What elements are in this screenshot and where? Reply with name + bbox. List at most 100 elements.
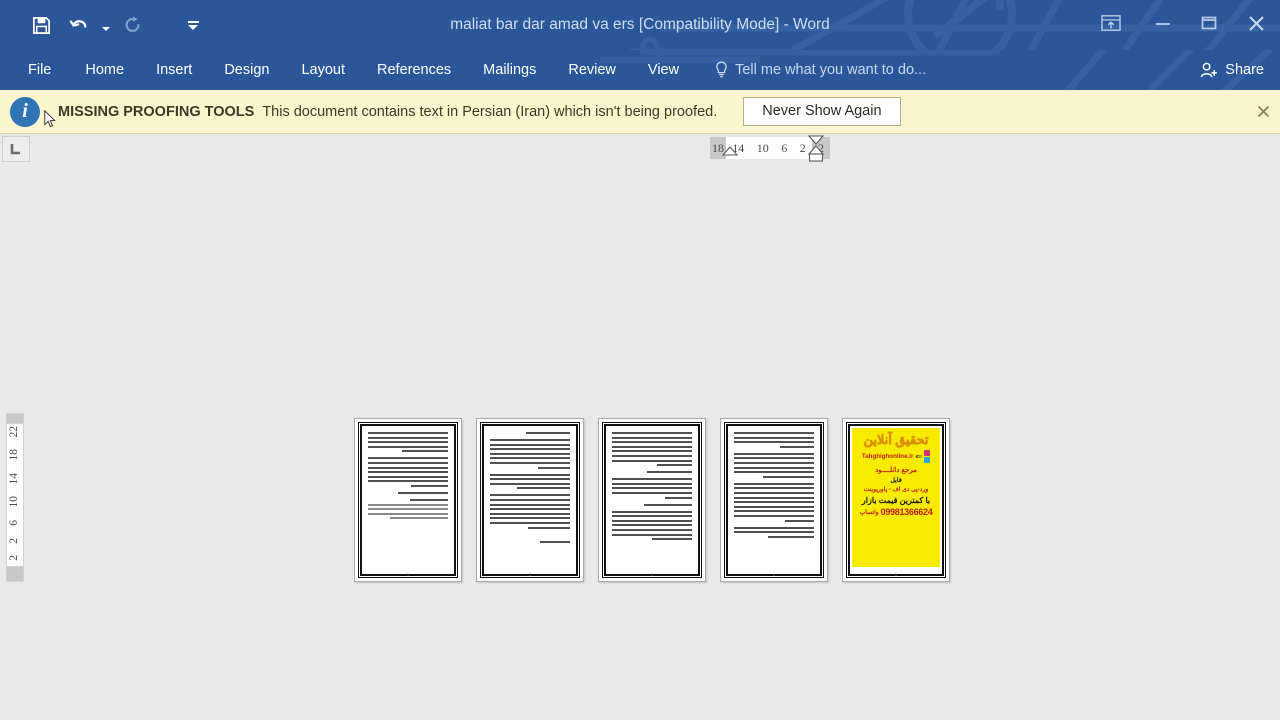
undo-button[interactable] [60,5,98,45]
ad-logo: تحقیق آنلاین [863,432,929,447]
proofing-notification-bar: i MISSING PROOFING TOOLS This document c… [0,90,1280,134]
arrow-left-icon: ⇐ [915,451,923,461]
document-page[interactable]: 1 [354,418,462,582]
ribbon-tabs: File Home Insert Design Layout Reference… [0,50,695,90]
tab-review[interactable]: Review [552,50,632,90]
horizontal-ruler-row: 18 14 10 6 2 2 [0,134,1280,164]
tab-design[interactable]: Design [208,50,285,90]
instagram-icon [924,450,931,456]
social-icons [924,450,931,463]
left-tab-stop-icon [10,144,20,155]
document-canvas[interactable]: 2 2 6 10 14 18 22 1 2 3 4 تحقیق آنلاین T… [0,170,1280,720]
tab-file[interactable]: File [0,50,69,90]
ad-site-row: Tahghighonline.ir ⇐ [862,450,931,463]
page-number: 5 [894,572,898,577]
tab-references[interactable]: References [361,50,467,90]
hanging-indent-marker [722,146,738,156]
redo-icon [125,16,140,32]
redo-button[interactable] [114,5,152,45]
ad-whatsapp-label: واتساپ [859,509,879,516]
page-content [612,432,692,565]
restore-icon [1201,16,1217,30]
text-block [368,498,448,520]
document-page-advertisement[interactable]: تحقیق آنلاین Tahghighonline.ir ⇐ مرجع دا… [842,418,950,582]
tell-me-placeholder: Tell me what you want to do... [735,62,927,78]
text-block [490,494,570,529]
ruler-tick: 2 [8,555,21,561]
ruler-tick: 6 [8,519,21,526]
text-block [490,439,570,469]
info-icon: i [10,96,40,127]
tab-home[interactable]: Home [69,50,140,90]
ruler-tick: 18 [8,449,21,461]
tab-view[interactable]: View [632,50,695,90]
text-block [734,432,814,448]
window-controls [1082,0,1280,46]
document-page[interactable]: 2 [476,418,584,582]
ruler-page-area: 14 10 6 2 [726,137,812,159]
ad-line-2: فایل [890,477,902,484]
tab-stop-selector[interactable] [2,136,30,162]
close-icon [1257,105,1269,118]
text-block [490,540,570,543]
ruler-tick: 22 [8,425,21,438]
text-block [612,503,692,506]
text-block [490,473,570,490]
vertical-ruler-ticks: 2 2 6 10 14 18 22 [6,423,24,571]
text-block [612,471,692,474]
tab-insert[interactable]: Insert [140,50,208,90]
page-content [490,432,570,565]
notification-message: This document contains text in Persian (… [262,103,718,120]
ad-line-4: با کمترین قیمت بازار [861,496,931,505]
share-button[interactable]: Share [1187,50,1280,90]
chevron-down-icon [188,24,198,30]
tab-layout[interactable]: Layout [285,50,361,90]
never-show-again-button[interactable]: Never Show Again [743,96,901,127]
page-number: 3 [650,572,654,577]
text-block [612,478,692,499]
restore-button[interactable] [1186,0,1232,46]
share-person-icon [1201,62,1218,77]
tab-mailings[interactable]: Mailings [467,50,552,90]
chevron-down-icon [102,27,110,31]
ribbon-options-icon [1101,15,1121,31]
ruler-tick: 6 [781,140,788,155]
text-block [734,482,814,522]
quick-access-toolbar [0,0,212,50]
lightbulb-icon [716,61,727,78]
left-indent-marker-group[interactable] [722,146,738,160]
telegram-icon [924,457,931,463]
ad-phone-number: 09981366624 [880,507,933,517]
text-block [734,526,814,538]
left-indent-marker [808,153,824,162]
undo-icon [69,19,86,28]
page-number: 2 [528,572,532,577]
text-block [734,452,814,478]
save-button[interactable] [22,5,60,45]
ad-contact-row: 09981366624 واتساپ [860,507,933,517]
text-block [612,510,692,541]
ribbon-display-options-button[interactable] [1082,0,1140,46]
undo-dropdown[interactable] [98,5,114,45]
title-bar: maliat bar dar amad va ers [Compatibilit… [0,0,1280,50]
tell-me-search[interactable]: Tell me what you want to do... [715,50,926,90]
document-page[interactable]: 3 [598,418,706,582]
minimize-button[interactable] [1140,0,1186,46]
text-block [612,432,692,467]
ad-line-3: ورد-پی دی اف - پاورپوینت [863,487,929,493]
close-icon [1248,15,1264,31]
text-block [368,432,448,453]
ruler-tick: 10 [756,140,769,155]
customize-quick-access-toolbar-button[interactable] [174,5,212,45]
indent-markers[interactable] [806,135,826,163]
page-content [368,432,448,565]
close-button[interactable] [1232,0,1280,46]
ruler-tick: 10 [8,496,21,508]
notification-title: MISSING PROOFING TOOLS [58,103,255,120]
qat-line [187,20,199,23]
document-page[interactable]: 4 [720,418,828,582]
notification-close-button[interactable] [1252,101,1274,123]
ribbon-tab-bar: File Home Insert Design Layout Reference… [0,50,1280,90]
text-block [490,432,570,434]
first-line-indent-marker [807,135,825,145]
